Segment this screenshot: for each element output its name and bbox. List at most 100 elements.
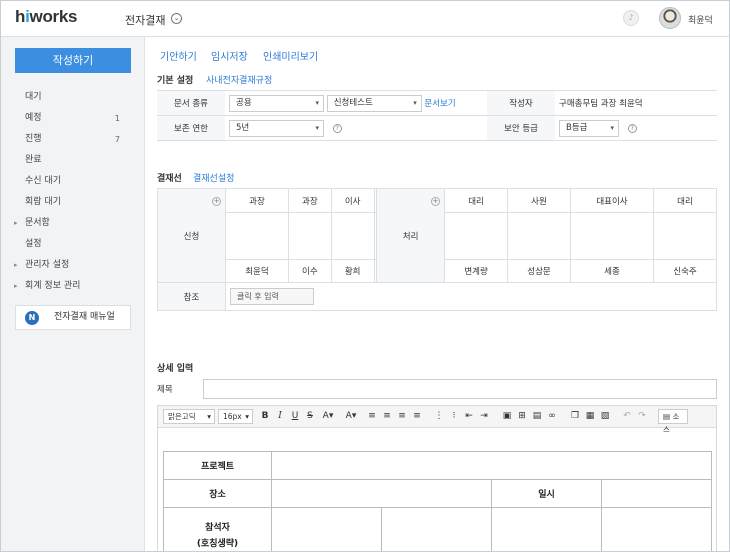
doc-view-link[interactable]: 문서보기: [424, 99, 455, 109]
detail-input-title: 상세 입력: [157, 364, 194, 374]
doc-type-select-1[interactable]: 공용: [229, 94, 324, 112]
sidebar-item-settings[interactable]: 설정: [1, 234, 145, 255]
italic-icon[interactable]: I: [274, 410, 286, 422]
bold-icon[interactable]: B: [259, 410, 271, 422]
temp-save-link[interactable]: 임시저장: [211, 48, 248, 63]
avatar[interactable]: [659, 7, 681, 29]
stamp-cell[interactable]: [507, 212, 571, 260]
doc-type-select-2[interactable]: 신청테스트: [326, 94, 422, 112]
stamp-cell[interactable]: [330, 212, 375, 260]
draft-link[interactable]: 기안하기: [160, 48, 197, 63]
attendees-cell[interactable]: [601, 507, 712, 551]
help-icon[interactable]: ?: [332, 123, 342, 133]
paste-icon[interactable]: ▦: [584, 410, 596, 422]
sidebar-item-in-progress[interactable]: 진행 7: [1, 129, 145, 150]
manual-button[interactable]: N 전자결재 매뉴얼: [15, 305, 131, 330]
app-title[interactable]: 전자결재: [125, 12, 165, 28]
write-button[interactable]: 작성하기: [15, 48, 131, 73]
reference-input[interactable]: 클릭 후 입력: [230, 288, 314, 305]
redo-icon[interactable]: ↷: [636, 410, 648, 422]
add-approver-icon[interactable]: +: [212, 197, 221, 206]
approver-name: 황희: [330, 259, 375, 283]
top-header: hiworks 전자결재 ⌄ ♪ 최윤덕: [1, 1, 729, 37]
count-badge: 1: [114, 114, 120, 123]
place-label: 장소: [163, 479, 272, 508]
processor-name: 변계량: [444, 259, 509, 283]
align-left-icon[interactable]: ≡: [366, 410, 378, 422]
strikethrough-icon[interactable]: S: [304, 410, 316, 422]
unordered-list-icon[interactable]: ⁝: [448, 410, 460, 422]
font-size-select[interactable]: 16px ▾: [218, 409, 253, 424]
sidebar-item-accounting[interactable]: ▸ 회계 정보 관리: [1, 276, 145, 297]
subject-label: 제목: [157, 385, 173, 395]
security-label: 보안 등급: [487, 115, 555, 141]
caret-right-icon: ▸: [14, 282, 18, 290]
user-name[interactable]: 최윤덕: [688, 13, 713, 26]
datetime-cell[interactable]: [601, 479, 712, 508]
stamp-cell[interactable]: [287, 212, 332, 260]
sidebar-item-scheduled[interactable]: 예정 1: [1, 108, 145, 129]
add-processor-icon[interactable]: +: [431, 197, 441, 206]
retention-select[interactable]: 5년: [229, 119, 324, 137]
sidebar-item-waiting[interactable]: 대기: [1, 87, 145, 108]
editor-toolbar: 맑은고딕 ▾ 16px ▾ B I U S A▾ A▾ ≡ ≡ ≡ ≡ ⋮ ⁝ ⇤ …: [158, 406, 716, 434]
basic-settings-table: 문서 종류 공용 신청테스트 문서보기 작성자 구매총무팀 과장 최윤덕 보존 …: [157, 90, 717, 141]
attendees-cell[interactable]: [381, 507, 492, 551]
sidebar-item-completed[interactable]: 완료: [1, 150, 145, 171]
security-select[interactable]: B등급: [559, 119, 619, 137]
sidebar-item-admin-settings[interactable]: ▸ 관리자 설정: [1, 255, 145, 276]
align-center-icon[interactable]: ≡: [381, 410, 393, 422]
font-family-select[interactable]: 맑은고딕 ▾: [163, 409, 215, 424]
source-button[interactable]: ▤ 소스: [658, 409, 688, 434]
bell-icon[interactable]: ♪: [623, 10, 639, 26]
rules-link[interactable]: 사내전자결재규정: [206, 73, 272, 86]
paste-text-icon[interactable]: ▧: [599, 410, 611, 422]
sidebar-item-receive-waiting[interactable]: 수신 대기: [1, 171, 145, 192]
processor-rank: 사원: [507, 188, 571, 213]
stamp-cell[interactable]: [569, 212, 655, 260]
manual-label: 전자결재 매뉴얼: [54, 312, 115, 322]
align-right-icon[interactable]: ≡: [396, 410, 408, 422]
stamp-cell[interactable]: [653, 212, 717, 260]
text-color-icon[interactable]: A▾: [319, 410, 337, 422]
processor-rank: 대리: [444, 188, 509, 213]
approval-settings-link[interactable]: 결재선설정: [193, 171, 234, 184]
copy-icon[interactable]: ❐: [569, 410, 581, 422]
align-justify-icon[interactable]: ≡: [411, 410, 423, 422]
subject-input[interactable]: [203, 379, 717, 399]
approver-rank: 과장: [225, 188, 289, 213]
table-icon[interactable]: ⊞: [516, 410, 528, 422]
approver-name: 최윤덕: [225, 259, 289, 283]
approver-rank: 이사: [330, 188, 375, 213]
approver-rank: 과장: [287, 188, 332, 213]
chevron-down-icon[interactable]: ⌄: [171, 13, 182, 24]
indent-icon[interactable]: ⇥: [478, 410, 490, 422]
print-preview-link[interactable]: 인쇄미리보기: [263, 48, 318, 63]
sidebar-item-circulation-waiting[interactable]: 회람 대기: [1, 192, 145, 213]
sidebar-item-document-box[interactable]: ▸ 문서함: [1, 213, 145, 234]
processor-name: 세종: [569, 259, 655, 283]
undo-icon[interactable]: ↶: [621, 410, 633, 422]
horizontal-rule-icon[interactable]: ▤: [531, 410, 543, 422]
place-cell[interactable]: [271, 479, 492, 508]
help-icon[interactable]: ?: [627, 123, 637, 133]
ordered-list-icon[interactable]: ⋮: [433, 410, 445, 422]
hiworks-logo[interactable]: hiworks: [15, 7, 77, 27]
project-cell[interactable]: [271, 451, 712, 480]
link-icon[interactable]: ∞: [546, 410, 558, 422]
image-icon[interactable]: ▣: [501, 410, 513, 422]
author-value: 구매총무팀 과장 최윤덕: [555, 90, 717, 116]
underline-icon[interactable]: U: [289, 410, 301, 422]
stamp-cell[interactable]: [444, 212, 509, 260]
stamp-cell[interactable]: [225, 212, 289, 260]
apply-label: + 신청: [157, 188, 226, 283]
attendees-cell[interactable]: [271, 507, 382, 551]
sidebar: 작성하기 대기 예정 1 진행 7 완료 수신 대기 회람 대기 ▸ 문서함 설정 ▸…: [1, 37, 145, 551]
processor-rank: 대리: [653, 188, 717, 213]
reference-label: 참조: [157, 282, 226, 311]
outdent-icon[interactable]: ⇤: [463, 410, 475, 422]
attendees-cell[interactable]: [491, 507, 602, 551]
attendees-label: 참석자 (호칭생략): [163, 507, 272, 551]
processor-rank: 대표이사: [569, 188, 655, 213]
background-color-icon[interactable]: A▾: [342, 410, 360, 422]
